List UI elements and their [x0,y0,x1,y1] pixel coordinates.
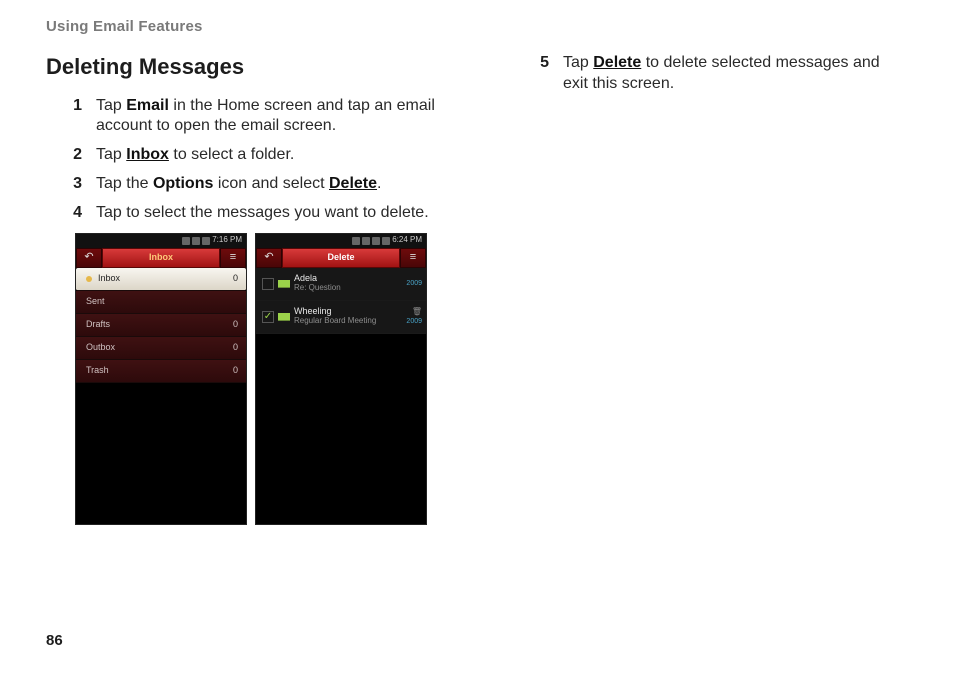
status-icon [182,237,190,245]
topbar-title: Inbox [102,248,220,268]
folder-row[interactable]: Sent [76,291,246,314]
battery-icon [202,237,210,245]
screenshot-inbox-folders: 7:16 PM ↶ Inbox ≡ Inbox0SentDrafts0Outbo… [76,234,246,524]
step-number: 4 [46,203,96,224]
screenshots-row: 7:16 PM ↶ Inbox ≡ Inbox0SentDrafts0Outbo… [76,234,441,524]
menu-button[interactable]: ≡ [220,248,246,268]
message-body: AdelaRe: Question [294,274,406,293]
message-year: 2009 [406,279,422,288]
step-number: 2 [46,145,96,166]
folder-name: Outbox [86,342,115,354]
step-item: 4Tap to select the messages you want to … [46,203,441,224]
folder-name: Trash [86,365,109,377]
screenshot-delete-messages: 6:24 PM ↶ Delete ≡ AdelaRe: Question2009… [256,234,426,524]
folder-row[interactable]: Inbox 0 [76,268,246,291]
right-column: 5Tap Delete to delete selected messages … [513,53,908,524]
step-text: Tap the Options icon and select Delete. [96,174,441,195]
message-subject: Regular Board Meeting [294,317,406,326]
status-icon [362,237,370,245]
step-number: 1 [46,96,96,138]
message-year: 2009 [406,317,422,326]
steps-list-right: 5Tap Delete to delete selected messages … [513,53,908,95]
envelope-icon [278,313,290,321]
folder-count: 0 [233,273,238,285]
step-item: 2Tap Inbox to select a folder. [46,145,441,166]
folder-row[interactable]: Drafts 0 [76,314,246,337]
status-icon [352,237,360,245]
step-text: Tap Delete to delete selected messages a… [563,53,908,95]
folder-count: 0 [233,319,238,331]
folder-name: Sent [86,296,105,308]
page-number: 86 [46,632,63,649]
trash-icon: 🗑 [412,307,422,317]
message-meta: 🗑2009 [406,307,422,326]
signal-icon [372,237,380,245]
signal-icon [192,237,200,245]
menu-button[interactable]: ≡ [400,248,426,268]
battery-icon [382,237,390,245]
back-button[interactable]: ↶ [76,248,102,268]
step-item: 5Tap Delete to delete selected messages … [513,53,908,95]
folder-name: Drafts [86,319,110,331]
steps-list-left: 1Tap Email in the Home screen and tap an… [46,96,441,224]
page-title: Deleting Messages [46,53,441,82]
message-meta: 2009 [406,279,422,288]
status-time: 7:16 PM [212,235,242,245]
message-row[interactable]: ✓WheelingRegular Board Meeting🗑2009 [256,301,426,334]
step-text: Tap Email in the Home screen and tap an … [96,96,441,138]
step-item: 3Tap the Options icon and select Delete. [46,174,441,195]
status-bar: 6:24 PM [256,234,426,248]
message-row[interactable]: AdelaRe: Question2009 [256,268,426,301]
message-list: AdelaRe: Question2009✓WheelingRegular Bo… [256,268,426,334]
status-time: 6:24 PM [392,235,422,245]
status-bar: 7:16 PM [76,234,246,248]
step-number: 3 [46,174,96,195]
envelope-icon [278,280,290,288]
screen-fill [76,383,246,524]
step-text: Tap to select the messages you want to d… [96,203,441,224]
back-button[interactable]: ↶ [256,248,282,268]
section-header: Using Email Features [46,18,908,35]
folder-list: Inbox 0 Sent Drafts 0 Outbox 0 Trash 0 [76,268,246,383]
folder-count: 0 [233,342,238,354]
folder-row[interactable]: Outbox 0 [76,337,246,360]
checkbox[interactable] [262,278,274,290]
folder-count: 0 [233,365,238,377]
folder-row[interactable]: Trash 0 [76,360,246,383]
message-body: WheelingRegular Board Meeting [294,307,406,326]
step-item: 1Tap Email in the Home screen and tap an… [46,96,441,138]
step-number: 5 [513,53,563,95]
topbar-title: Delete [282,248,400,268]
screen-fill [256,334,426,524]
folder-name: Inbox [98,273,120,285]
message-subject: Re: Question [294,284,406,293]
left-column: Deleting Messages 1Tap Email in the Home… [46,53,441,524]
step-text: Tap Inbox to select a folder. [96,145,441,166]
checkbox[interactable]: ✓ [262,311,274,323]
unread-dot-icon [86,276,92,282]
